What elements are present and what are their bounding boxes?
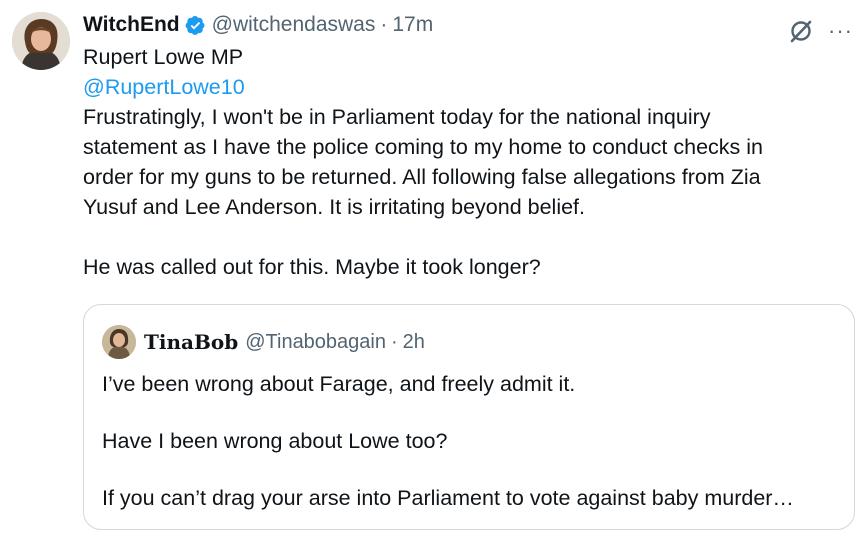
quoted-text-line: If you can’t drag your arse into Parliam… — [102, 486, 794, 510]
quoted-author-display-name[interactable]: TinaBob — [144, 330, 238, 354]
quoted-tweet-timestamp[interactable]: 2h — [403, 331, 425, 354]
quoted-text-line: Have I been wrong about Lowe too? — [102, 429, 448, 453]
quoted-author-avatar[interactable] — [102, 325, 136, 359]
quoted-tweet[interactable]: TinaBob @Tinabobagain · 2h I’ve been wro… — [83, 304, 855, 530]
tweet-text-line: He was called out for this. Maybe it too… — [83, 255, 541, 279]
tweet-body: WitchEnd @witchendaswas · 17m ··· Rupert — [83, 8, 855, 282]
tweet-text-line: statement as I have the police coming to… — [83, 135, 763, 159]
author-display-name[interactable]: WitchEnd — [83, 13, 180, 37]
quoted-author-handle[interactable]: @Tinabobagain — [245, 331, 386, 354]
tweet[interactable]: WitchEnd @witchendaswas · 17m ··· Rupert — [0, 0, 868, 543]
profile-photo-icon — [12, 12, 70, 70]
quoted-text-line: I’ve been wrong about Farage, and freely… — [102, 372, 576, 396]
tweet-text-line: order for my guns to be returned. All fo… — [83, 165, 761, 189]
tweet-timestamp[interactable]: 17m — [392, 13, 433, 37]
more-icon[interactable]: ··· — [828, 20, 853, 42]
tweet-text: Rupert Lowe MP @RupertLowe10 Frustrating… — [83, 42, 855, 282]
quoted-header-separator: · — [391, 330, 398, 353]
header-separator: · — [380, 13, 388, 36]
profile-photo-icon — [102, 325, 136, 359]
grok-icon[interactable] — [788, 18, 814, 44]
author-handle[interactable]: @witchendaswas — [212, 13, 376, 37]
mention-link[interactable]: @RupertLowe10 — [83, 72, 855, 102]
tweet-text-line: Yusuf and Lee Anderson. It is irritating… — [83, 195, 585, 219]
author-avatar[interactable] — [12, 12, 70, 70]
quoted-tweet-header: TinaBob @Tinabobagain · 2h — [102, 325, 425, 359]
verified-badge-icon — [185, 15, 206, 36]
tweet-header: WitchEnd @witchendaswas · 17m — [83, 8, 855, 42]
tweet-text-line: Frustratingly, I won't be in Parliament … — [83, 105, 711, 129]
quoted-tweet-text: I’ve been wrong about Farage, and freely… — [102, 369, 794, 513]
tweet-text-line: Rupert Lowe MP — [83, 45, 244, 69]
tweet-actions: ··· — [788, 18, 853, 44]
